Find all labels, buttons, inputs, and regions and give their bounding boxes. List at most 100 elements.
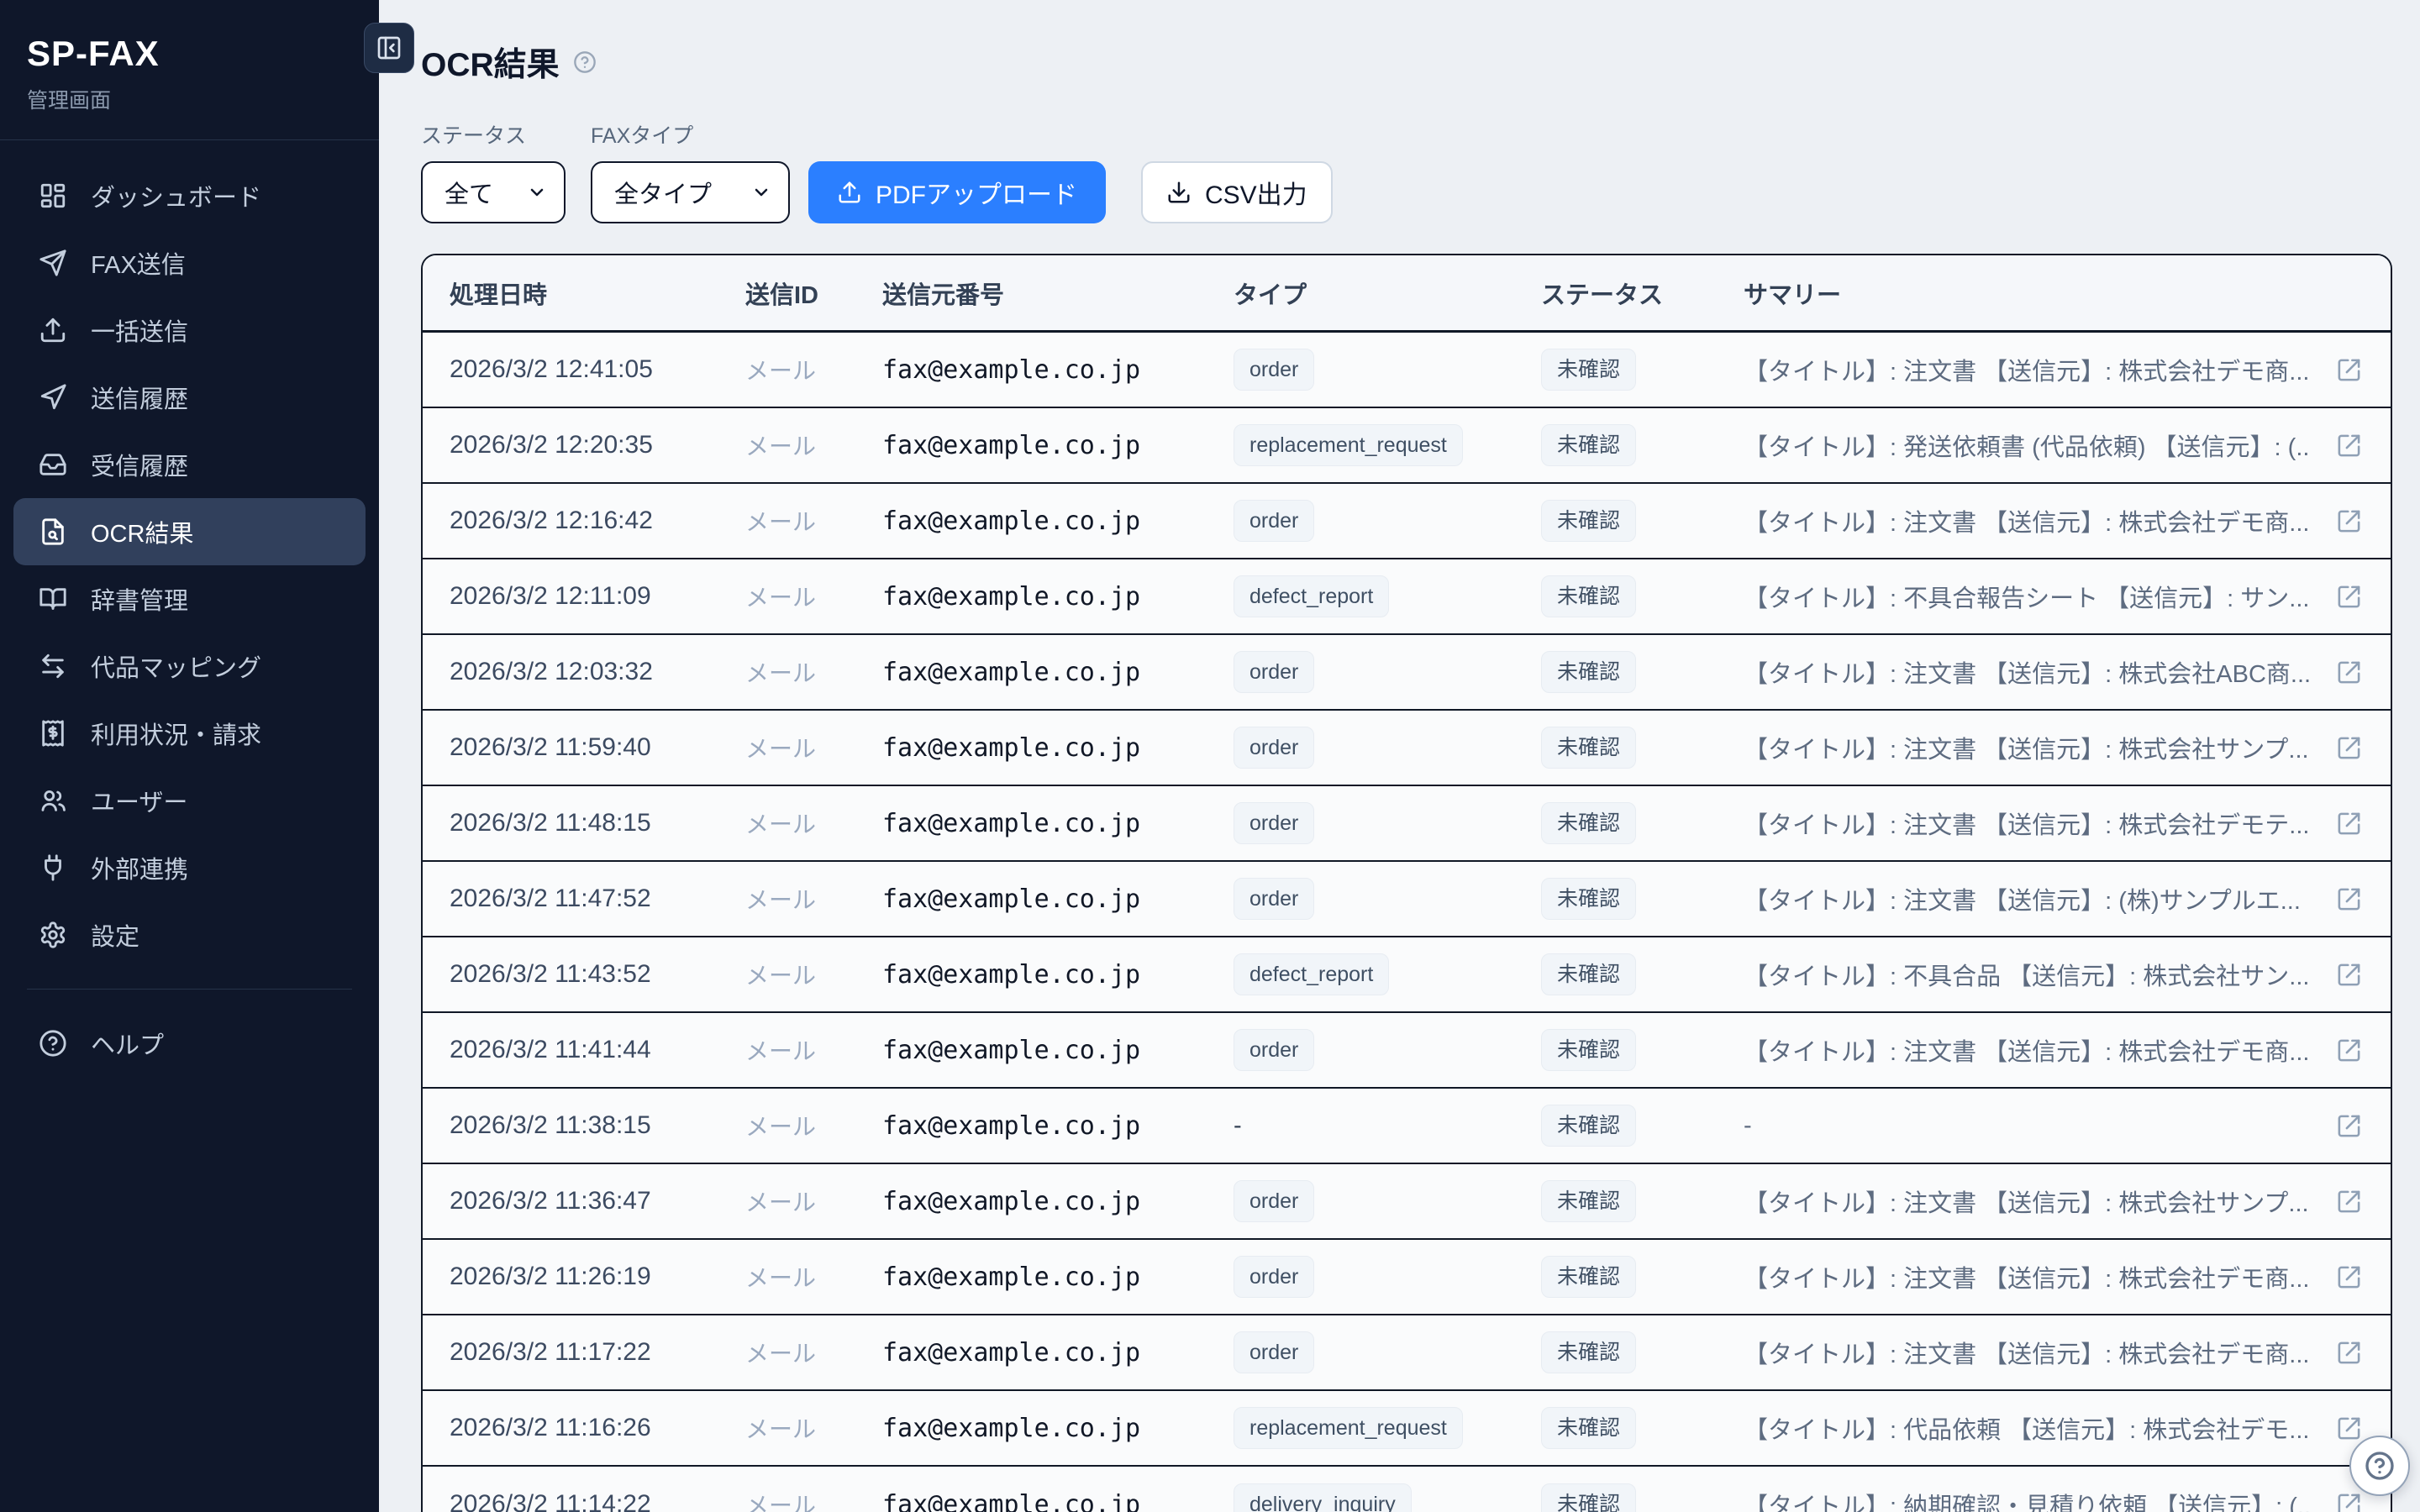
sidebar-item-users[interactable]: ユーザー [13,767,366,834]
table-row[interactable]: 2026/3/2 11:26:19 メール fax@example.co.jp … [423,1240,2391,1315]
sidebar-item-usage-billing[interactable]: 利用状況・請求 [13,700,366,767]
table-row[interactable]: 2026/3/2 12:41:05 メール fax@example.co.jp … [423,333,2391,408]
row-summary: 【タイトル】: 代品依頼 【送信元】: 株式会社デモ... [1717,1410,2310,1446]
row-datetime: 2026/3/2 11:14:22 [423,1490,718,1512]
table-row[interactable]: 2026/3/2 11:16:26 メール fax@example.co.jp … [423,1391,2391,1467]
row-sender-id: メール [718,731,855,764]
row-status: 未確認 [1514,1407,1717,1449]
column-header-source-number: 送信元番号 [855,276,1207,311]
open-detail-button[interactable] [2310,508,2391,534]
column-header-sender-id: 送信ID [718,276,855,311]
book-open-icon [39,585,67,613]
fax-type-filter-label: FAXタイプ [591,119,790,150]
status-badge: 未確認 [1541,575,1636,617]
table-row[interactable]: 2026/3/2 11:43:52 メール fax@example.co.jp … [423,937,2391,1013]
sidebar-nav: ダッシュボード FAX送信 一括送信 送信履歴 受信履歴 OCR結果 辞書管理 [0,140,379,1077]
status-badge: 未確認 [1541,727,1636,769]
type-badge: order [1234,1331,1314,1373]
table-row[interactable]: 2026/3/2 12:20:35 メール fax@example.co.jp … [423,408,2391,484]
external-link-icon [2336,1189,2362,1215]
floating-help-button[interactable] [2349,1436,2410,1496]
row-source-number: fax@example.co.jp [855,582,1207,612]
row-datetime: 2026/3/2 12:20:35 [423,431,718,459]
plug-icon [39,853,67,882]
row-sender-id: メール [718,958,855,991]
csv-export-label: CSV出力 [1205,174,1307,211]
sidebar-item-bulk-send[interactable]: 一括送信 [13,297,366,364]
open-detail-button[interactable] [2310,1340,2391,1366]
open-detail-button[interactable] [2310,735,2391,761]
row-type: delivery_inquiry [1207,1483,1514,1512]
table-row[interactable]: 2026/3/2 11:48:15 メール fax@example.co.jp … [423,786,2391,862]
sidebar-item-integrations[interactable]: 外部連携 [13,834,366,901]
status-badge: 未確認 [1541,802,1636,844]
open-detail-button[interactable] [2310,584,2391,610]
dashboard-grid-icon [39,181,67,210]
help-circle-icon [39,1029,67,1058]
sidebar-item-substitute-mapping[interactable]: 代品マッピング [13,633,366,700]
open-detail-button[interactable] [2310,1113,2391,1139]
table-row[interactable]: 2026/3/2 11:36:47 メール fax@example.co.jp … [423,1164,2391,1240]
row-sender-id: メール [718,1109,855,1142]
table-body: 2026/3/2 12:41:05 メール fax@example.co.jp … [423,333,2391,1512]
table-row[interactable]: 2026/3/2 11:14:22 メール fax@example.co.jp … [423,1467,2391,1512]
external-link-icon [2336,433,2362,459]
row-summary: 【タイトル】: 注文書 【送信元】: 株式会社デモテ... [1717,806,2310,841]
table-row[interactable]: 2026/3/2 12:11:09 メール fax@example.co.jp … [423,559,2391,635]
fax-type-filter-select[interactable]: 全タイプ [591,161,790,223]
row-source-number: fax@example.co.jp [855,355,1207,385]
row-datetime: 2026/3/2 11:47:52 [423,885,718,913]
open-detail-button[interactable] [2310,1264,2391,1290]
open-detail-button[interactable] [2310,659,2391,685]
row-source-number: fax@example.co.jp [855,431,1207,460]
external-link-icon [2336,886,2362,912]
status-filter-select[interactable]: 全て [421,161,566,223]
csv-export-button[interactable]: CSV出力 [1141,161,1333,223]
sidebar-item-receive-history[interactable]: 受信履歴 [13,431,366,498]
row-sender-id: メール [718,655,855,689]
sidebar-item-settings[interactable]: 設定 [13,901,366,969]
table-row[interactable]: 2026/3/2 12:03:32 メール fax@example.co.jp … [423,635,2391,711]
table-row[interactable]: 2026/3/2 11:41:44 メール fax@example.co.jp … [423,1013,2391,1089]
table-row[interactable]: 2026/3/2 11:38:15 メール fax@example.co.jp … [423,1089,2391,1164]
sent-plane-icon [39,383,67,412]
row-summary: 【タイトル】: 不具合品 【送信元】: 株式会社サン... [1717,957,2310,992]
open-detail-button[interactable] [2310,962,2391,988]
sidebar-item-label: 送信履歴 [91,380,188,415]
sidebar-collapse-button[interactable] [364,23,414,73]
table-row[interactable]: 2026/3/2 11:59:40 メール fax@example.co.jp … [423,711,2391,786]
status-badge: 未確認 [1541,651,1636,693]
sidebar-item-ocr-results[interactable]: OCR結果 [13,498,366,565]
status-badge: 未確認 [1541,349,1636,391]
pdf-upload-button[interactable]: PDFアップロード [808,161,1106,223]
table-row[interactable]: 2026/3/2 12:16:42 メール fax@example.co.jp … [423,484,2391,559]
open-detail-button[interactable] [2310,357,2391,383]
upload-icon [39,316,67,344]
app-logo: SP-FAX [27,34,352,74]
sidebar-item-help[interactable]: ヘルプ [13,1010,366,1077]
open-detail-button[interactable] [2310,1037,2391,1063]
external-link-icon [2336,735,2362,761]
open-detail-button[interactable] [2310,433,2391,459]
sidebar-item-send-history[interactable]: 送信履歴 [13,364,366,431]
fax-type-filter-group: FAXタイプ 全タイプ [591,119,790,223]
row-status: 未確認 [1514,1483,1717,1512]
sidebar-item-dashboard[interactable]: ダッシュボード [13,162,366,229]
row-type: - [1207,1112,1514,1140]
sidebar-item-label: ダッシュボード [91,178,261,213]
row-status: 未確認 [1514,1105,1717,1147]
open-detail-button[interactable] [2310,886,2391,912]
table-row[interactable]: 2026/3/2 11:17:22 メール fax@example.co.jp … [423,1315,2391,1391]
sidebar-item-fax-send[interactable]: FAX送信 [13,229,366,297]
sidebar-item-label: 代品マッピング [91,648,261,684]
title-help-icon[interactable] [573,50,597,74]
row-type: order [1207,1256,1514,1298]
sidebar-item-dictionary[interactable]: 辞書管理 [13,565,366,633]
open-detail-button[interactable] [2310,811,2391,837]
gear-icon [39,921,67,949]
row-status: 未確認 [1514,1331,1717,1373]
row-datetime: 2026/3/2 11:48:15 [423,809,718,837]
table-row[interactable]: 2026/3/2 11:47:52 メール fax@example.co.jp … [423,862,2391,937]
open-detail-button[interactable] [2310,1189,2391,1215]
type-badge: defect_report [1234,953,1389,995]
